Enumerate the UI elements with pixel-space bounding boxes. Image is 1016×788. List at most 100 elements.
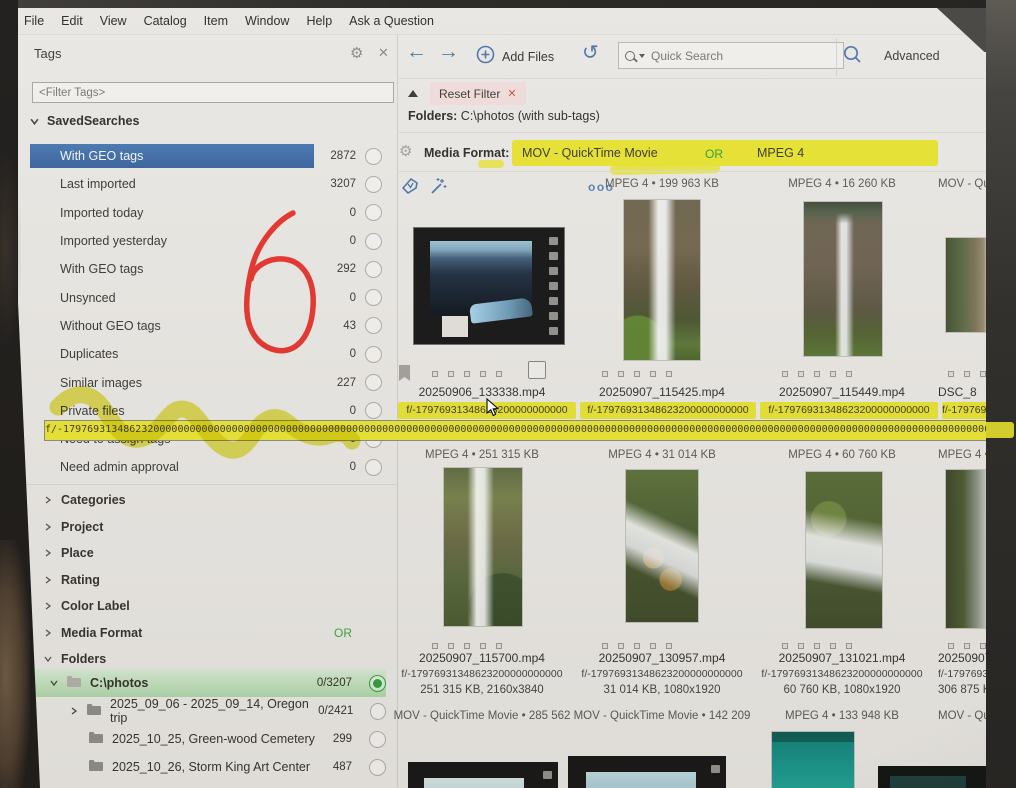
menu-separator (18, 34, 988, 35)
file-name[interactable]: 20250906_133338.mp4 (392, 385, 572, 399)
radio-button[interactable] (369, 759, 386, 776)
highlighter-stroke (986, 422, 1014, 438)
menu-item[interactable]: Item (204, 14, 228, 28)
chevron-right-icon (44, 629, 52, 637)
chevron-right-icon[interactable] (70, 707, 78, 715)
radio-button[interactable] (365, 176, 382, 193)
rating-dots[interactable] (432, 643, 502, 649)
saved-search-row[interactable]: With GEO tags2872 (30, 142, 382, 170)
photo-thumbnail-underwater[interactable] (772, 732, 854, 788)
section-categories[interactable]: Categories (30, 487, 382, 514)
menu-file[interactable]: File (24, 14, 44, 28)
mouse-cursor (486, 398, 502, 420)
filmstrip-holes (549, 237, 559, 335)
file-size-dimensions: 251 315 KB, 2160x3840 (392, 684, 572, 696)
background-blur-blob (0, 540, 30, 788)
folder-row-cphotos[interactable]: C:\photos 0/3207 (30, 669, 386, 697)
file-name[interactable]: 20250907_115700.mp4 (392, 651, 572, 665)
filter-tags-input[interactable] (32, 82, 394, 103)
radio-button[interactable] (365, 261, 382, 278)
folder-row-greenwood[interactable]: 2025_10_25, Green-wood Cemetery 299 (30, 725, 386, 753)
radio-button[interactable] (370, 703, 386, 720)
folder-row-storm-king[interactable]: 2025_10_26, Storm King Art Center 487 (30, 753, 386, 781)
file-name[interactable]: 20250907_131 (938, 651, 988, 665)
gear-icon[interactable]: ⚙ (399, 142, 412, 160)
close-icon[interactable]: ✕ (507, 87, 516, 100)
rating-dots[interactable] (782, 643, 852, 649)
menu-edit[interactable]: Edit (61, 14, 83, 28)
radio-button[interactable] (365, 204, 382, 221)
folder-icon (66, 675, 82, 691)
tag-icon[interactable] (400, 176, 420, 201)
operator-badge: OR (705, 147, 723, 161)
reset-filter-button[interactable]: Reset Filter ✕ (430, 82, 526, 105)
forward-button[interactable]: → (438, 40, 459, 64)
video-thumbnail-beach[interactable] (408, 762, 558, 788)
chevron-down-icon[interactable] (639, 54, 645, 58)
radio-button[interactable] (365, 289, 382, 306)
radio-button[interactable] (369, 731, 386, 748)
rating-dots[interactable] (602, 643, 672, 649)
video-thumbnail-waterfall[interactable] (804, 202, 882, 356)
gear-icon[interactable]: ⚙ (350, 44, 363, 62)
video-thumbnail-stream[interactable] (626, 470, 698, 622)
video-thumbnail-stream[interactable] (806, 472, 882, 628)
chevron-down-icon[interactable] (50, 679, 58, 687)
video-thumbnail-car[interactable] (414, 228, 564, 344)
toolbar-separator (836, 38, 837, 76)
saved-searches-header[interactable]: SavedSearches (30, 114, 139, 128)
folder-row-oregon-trip[interactable]: 2025_09_06 - 2025_09_14, Oregon trip 0/2… (30, 697, 386, 725)
advanced-search-icon[interactable] (842, 44, 864, 71)
file-name[interactable]: 20250907_115425.mp4 (572, 385, 752, 399)
section-rating[interactable]: Rating (30, 567, 382, 594)
menu-help[interactable]: Help (306, 14, 332, 28)
background-blur-blob (0, 150, 22, 350)
video-thumbnail-stream[interactable] (946, 470, 990, 628)
advanced-button[interactable]: Advanced (884, 49, 940, 63)
video-thumbnail-whale[interactable] (568, 756, 726, 788)
video-thumbnail-waterfall[interactable] (624, 200, 700, 360)
magic-wand-icon[interactable] (428, 176, 448, 201)
close-icon[interactable]: ✕ (378, 45, 389, 61)
file-name[interactable]: DSC_8 (938, 385, 988, 399)
quick-search-box[interactable] (618, 42, 844, 69)
add-files-button[interactable]: Add Files (476, 45, 554, 69)
radio-button[interactable] (365, 148, 382, 165)
media-format-value-2[interactable]: MPEG 4 (757, 146, 804, 160)
media-format-value-1[interactable]: MOV - QuickTime Movie (522, 146, 658, 160)
bookmark-icon[interactable] (398, 364, 411, 387)
section-place[interactable]: Place (30, 540, 382, 567)
collapse-filter-icon[interactable] (408, 90, 418, 97)
menu-window[interactable]: Window (245, 14, 289, 28)
rating-dots[interactable] (432, 371, 502, 377)
menu-view[interactable]: View (100, 14, 127, 28)
radio-button[interactable] (365, 317, 382, 334)
radio-button-selected[interactable] (369, 675, 386, 692)
tile-header: MPEG 4 • (938, 449, 988, 461)
back-button[interactable]: ← (406, 40, 427, 64)
quick-search-input[interactable] (649, 48, 803, 64)
video-thumbnail-forest[interactable] (946, 238, 990, 332)
rating-dots[interactable] (602, 371, 672, 377)
section-color-label[interactable]: Color Label (30, 593, 382, 620)
tile-header: MPEG 4 • 60 760 KB (752, 449, 932, 461)
monitor-bezel-right (986, 0, 1016, 788)
file-name[interactable]: 20250907_130957.mp4 (572, 651, 752, 665)
filter-folders-line: Folders: C:\photos (with sub-tags) (408, 109, 600, 123)
rating-dots[interactable] (948, 371, 988, 377)
selection-checkbox[interactable] (528, 361, 546, 379)
file-size-dimensions: 31 014 KB, 1080x1920 (572, 684, 752, 696)
video-thumbnail-dark[interactable] (878, 766, 986, 788)
section-project[interactable]: Project (30, 514, 382, 541)
menu-ask-a-question[interactable]: Ask a Question (349, 14, 434, 28)
menu-catalog[interactable]: Catalog (144, 14, 187, 28)
file-name[interactable]: 20250907_115449.mp4 (752, 385, 932, 399)
radio-button[interactable] (365, 346, 382, 363)
rating-dots[interactable] (948, 643, 988, 649)
radio-button[interactable] (365, 233, 382, 250)
section-media-format[interactable]: Media FormatOR (30, 620, 382, 647)
video-thumbnail-waterfall[interactable] (444, 468, 522, 626)
rating-dots[interactable] (782, 371, 852, 377)
refresh-icon[interactable]: ↺ (582, 40, 599, 65)
file-name[interactable]: 20250907_131021.mp4 (752, 651, 932, 665)
